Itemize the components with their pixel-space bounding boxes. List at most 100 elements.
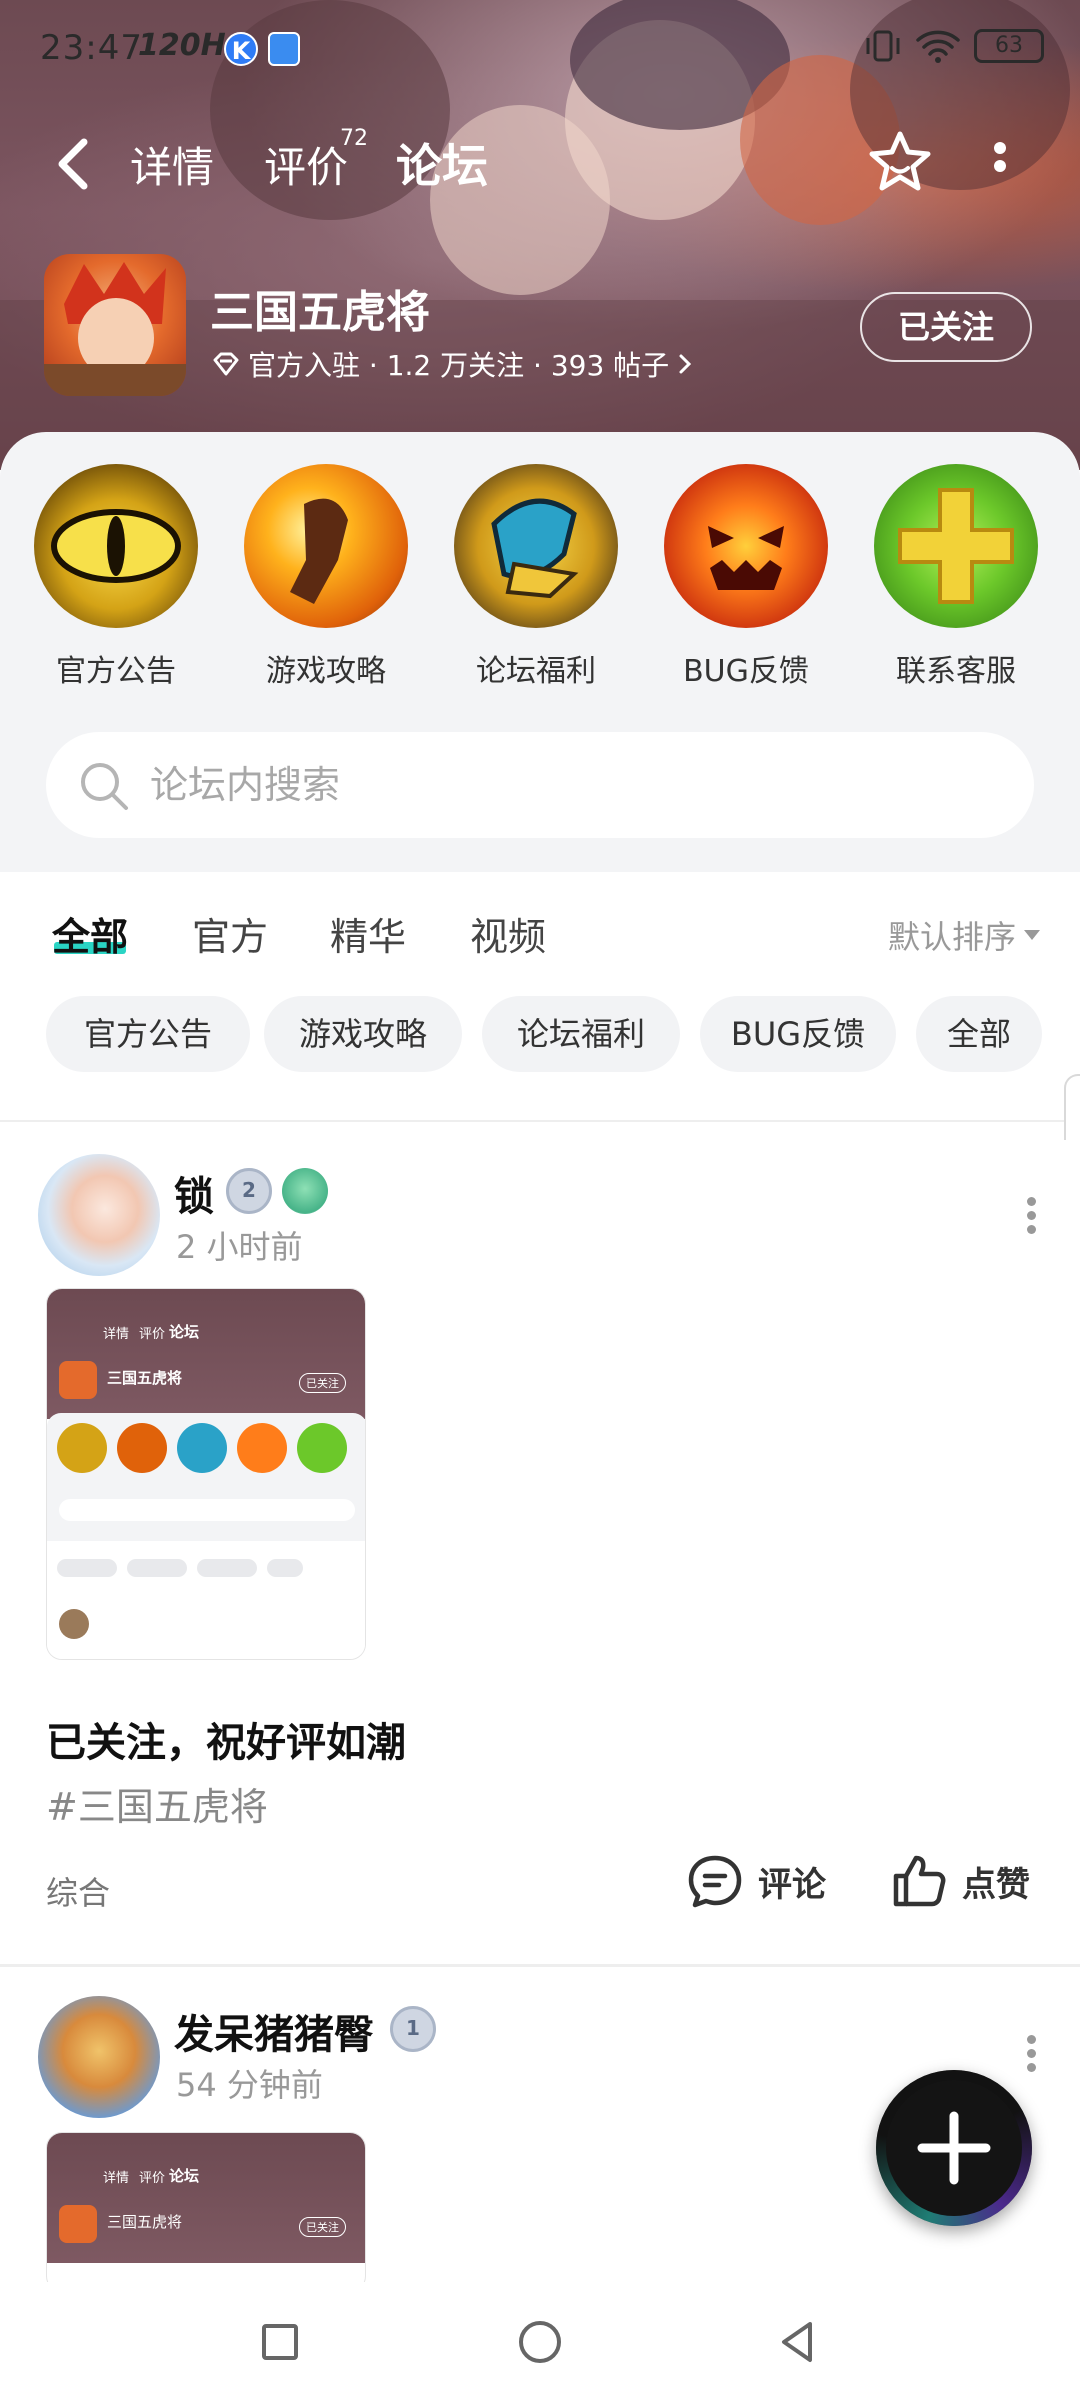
level-badge: 1 [390, 2006, 436, 2052]
thumb-game-title: 三国五虎将 [107, 1369, 183, 1387]
chip-bug[interactable]: BUG反馈 [700, 996, 896, 1072]
tab-detail[interactable]: 详情 [130, 134, 214, 195]
post-more-icon[interactable] [1016, 1192, 1046, 1252]
thumb-tab-detail: 详情 [103, 2171, 130, 2186]
more-options-icon[interactable] [980, 136, 1020, 196]
category-label: 官方公告 [56, 654, 176, 689]
post-image[interactable]: 详情 评价 论坛 三国五虎将 已关注 [46, 2132, 366, 2292]
level-badge: 2 [226, 1168, 272, 1214]
post-time: 2 小时前 [176, 1228, 303, 1266]
comment-label: 评论 [758, 1864, 826, 1905]
status-bar: 23:47 120Hz K 63 [0, 0, 1080, 96]
comment-icon [688, 1855, 742, 1908]
status-right: 63 [864, 28, 1044, 64]
post-username[interactable]: 发呆猪猪臀 [174, 2002, 374, 2060]
tab-review[interactable]: 评价 [264, 134, 348, 195]
thumb-category-row [57, 1423, 347, 1473]
comment-button[interactable]: 评论 [686, 1852, 826, 1910]
search-bar[interactable] [46, 732, 1034, 838]
tab-all[interactable]: 全部 [52, 906, 128, 961]
post-tag[interactable]: #三国五虎将 [46, 1776, 268, 1831]
back-nav-icon[interactable] [768, 2312, 828, 2372]
favorite-star-icon[interactable] [868, 130, 932, 194]
game-icon[interactable] [44, 254, 186, 396]
wifi-icon [916, 30, 960, 63]
recent-apps-icon[interactable] [250, 2312, 310, 2372]
home-icon[interactable] [510, 2312, 570, 2372]
thumb-tabs: 详情 [103, 1327, 130, 1342]
k-app-icon: K [224, 32, 258, 66]
game-meta-text: 官方入驻 · 1.2 万关注 · 393 帖子 [248, 349, 670, 382]
post-username[interactable]: 锁 [174, 1164, 214, 1222]
forum-panel: 官方公告 游戏攻略 论坛福利 BUG反馈 联系客服 [0, 432, 1080, 872]
chip-all[interactable]: 全部 [916, 996, 1042, 1072]
thumb-tab-review: 评价 [139, 2171, 166, 2186]
sort-label: 默认排序 [887, 918, 1016, 956]
like-button[interactable]: 点赞 [890, 1852, 1030, 1910]
category-support[interactable]: 联系客服 [856, 464, 1056, 690]
create-post-button[interactable] [876, 2070, 1032, 2226]
thumb-follow: 已关注 [299, 1373, 346, 1393]
thumbnail-body [47, 1413, 365, 1659]
filter-chips: 官方公告 游戏攻略 论坛福利 BUG反馈 全部 [0, 996, 1080, 1076]
thumb-tab-review: 评价 [139, 1327, 166, 1342]
search-input[interactable] [150, 732, 970, 838]
pumpkin-icon [664, 464, 828, 628]
thumb-follow: 已关注 [299, 2217, 346, 2237]
vibrate-icon [866, 30, 900, 62]
back-icon[interactable] [46, 134, 106, 194]
game-title: 三国五虎将 [210, 287, 430, 338]
category-label: 游戏攻略 [266, 654, 386, 689]
like-label: 点赞 [962, 1864, 1030, 1905]
category-welfare[interactable]: 论坛福利 [436, 464, 636, 690]
game-meta[interactable]: 官方入驻 · 1.2 万关注 · 393 帖子 [212, 344, 693, 384]
thumbnail-header: 详情 评价 论坛 三国五虎将 已关注 [47, 1289, 365, 1419]
category-bug[interactable]: BUG反馈 [646, 464, 846, 690]
system-nav-bar [0, 2282, 1080, 2400]
post-more-icon[interactable] [1016, 2030, 1046, 2090]
thumbnail-header: 详情 评价 论坛 三国五虎将 已关注 [47, 2133, 365, 2263]
thumbs-up-icon [893, 1855, 946, 1907]
chip-guide[interactable]: 游戏攻略 [264, 996, 462, 1072]
thumb-chip-row [57, 1559, 303, 1577]
thumb-game-icon [59, 2205, 97, 2243]
follow-button[interactable]: 已关注 [860, 292, 1032, 362]
game-info: 三国五虎将 官方入驻 · 1.2 万关注 · 393 帖子 已关注 [0, 254, 1080, 404]
plus-icon [917, 2111, 991, 2185]
post-separator [0, 1964, 1080, 1967]
official-diamond-icon [213, 352, 239, 376]
thumb-tab-forum: 论坛 [169, 2167, 200, 2185]
tab-official[interactable]: 官方 [192, 906, 268, 961]
category-label: BUG反馈 [683, 654, 809, 689]
chip-official[interactable]: 官方公告 [46, 996, 250, 1072]
tab-featured[interactable]: 精华 [330, 906, 406, 961]
cat-eye-icon [34, 464, 198, 628]
chip-welfare[interactable]: 论坛福利 [482, 996, 680, 1072]
category-guide[interactable]: 游戏攻略 [226, 464, 426, 690]
avatar[interactable] [38, 1154, 160, 1276]
gauntlet-icon [454, 464, 618, 628]
avatar[interactable] [38, 1996, 160, 2118]
post-category: 综合 [46, 1874, 111, 1912]
thumb-search [59, 1499, 355, 1521]
category-label: 联系客服 [896, 654, 1016, 689]
caret-down-icon [1024, 930, 1040, 940]
search-icon [81, 763, 128, 810]
sort-dropdown[interactable]: 默认排序 [888, 912, 1040, 958]
post-title[interactable]: 已关注，祝好评如潮 [46, 1710, 406, 1768]
category-official[interactable]: 官方公告 [16, 464, 216, 690]
status-time: 23:47 [40, 28, 143, 68]
notification-app-icon [268, 32, 300, 66]
post-card[interactable]: 锁 2 2 小时前 详情 评价 论坛 三国五虎将 已关注 已关注，祝好评如潮 #… [0, 1140, 1080, 1960]
fist-icon [244, 464, 408, 628]
pet-badge-icon [282, 1168, 328, 1214]
game-icon-art [44, 262, 186, 396]
tab-forum[interactable]: 论坛 [396, 130, 488, 196]
battery-icon: 63 [974, 29, 1044, 63]
battery-level: 63 [995, 33, 1023, 58]
thumb-game-title: 三国五虎将 [107, 2213, 183, 2231]
post-image[interactable]: 详情 评价 论坛 三国五虎将 已关注 [46, 1288, 366, 1660]
tab-video[interactable]: 视频 [470, 906, 546, 961]
category-row: 官方公告 游戏攻略 论坛福利 BUG反馈 联系客服 [0, 464, 1080, 689]
review-count: 72 [340, 126, 368, 151]
